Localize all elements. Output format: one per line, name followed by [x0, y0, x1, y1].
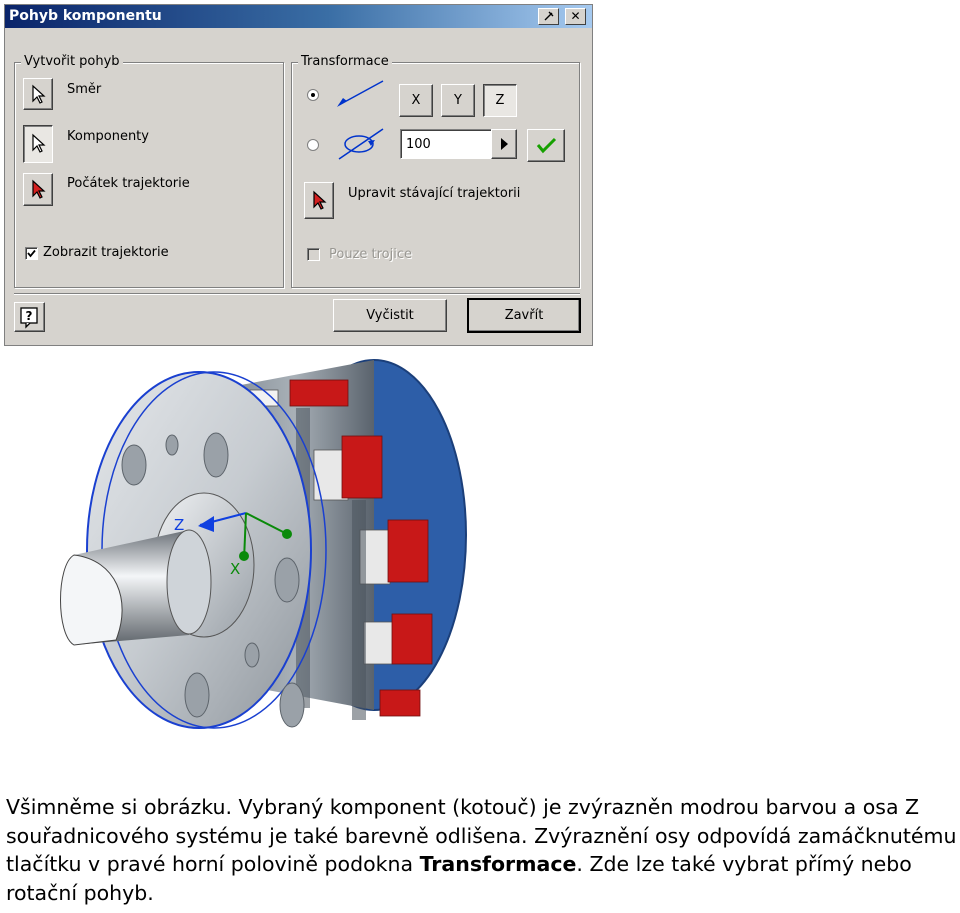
close-icon: ✕ — [570, 9, 581, 23]
direction-label: Směr — [67, 82, 102, 97]
axis-z-button[interactable]: Z — [483, 84, 517, 117]
clutch-assembly-render: Z X — [60, 359, 467, 729]
clear-button-label: Vyčistit — [366, 308, 414, 323]
paragraph-bold-term: Transformace — [419, 852, 577, 876]
axis-x-text: X — [230, 560, 240, 578]
linear-arrow-icon — [337, 80, 384, 107]
close-button[interactable]: ✕ — [565, 8, 586, 25]
edit-trajectory-label: Upravit stávající trajektorii — [348, 186, 521, 201]
help-button[interactable]: ? — [14, 302, 45, 332]
trajectory-origin-button[interactable] — [23, 173, 53, 206]
close-button-label: Zavřít — [504, 308, 544, 323]
pointer-arrow-icon — [32, 133, 46, 153]
help-icon: ? — [20, 307, 38, 329]
pin-button[interactable] — [538, 8, 559, 25]
footer-divider — [14, 293, 580, 295]
linear-motion-radio[interactable] — [307, 89, 319, 101]
checkmark-icon — [27, 249, 36, 258]
rotation-arrow-icon — [338, 128, 384, 160]
axis-y-label: Y — [454, 93, 462, 108]
direction-button[interactable] — [23, 78, 53, 110]
triples-only-label: Pouze trojice — [329, 247, 413, 262]
edit-trajectory-button[interactable] — [304, 182, 334, 219]
components-label: Komponenty — [67, 129, 149, 144]
pointer-arrow-red-icon — [313, 190, 327, 210]
pointer-arrow-red-icon — [32, 179, 46, 199]
distance-input[interactable] — [400, 129, 493, 159]
model-viewport[interactable]: Z X — [4, 350, 593, 760]
axis-y-button[interactable]: Y — [441, 84, 475, 117]
green-check-icon — [536, 137, 557, 154]
axis-z-label: Z — [495, 93, 505, 108]
triples-only-checkbox[interactable] — [307, 248, 320, 261]
create-motion-group-label: Vytvořit pohyb — [21, 54, 123, 69]
value-menu-button[interactable] — [491, 129, 517, 159]
motion-dialog: Pohyb komponentu ✕ Vytvořit pohyb Směr K… — [4, 4, 593, 346]
rotation-motion-radio[interactable] — [307, 139, 319, 151]
pointer-arrow-icon — [32, 84, 46, 104]
pin-icon — [544, 11, 553, 21]
description-paragraph: Všimněme si obrázku. Vybraný komponent (… — [6, 793, 958, 907]
axis-x-label: X — [411, 93, 421, 108]
transform-group-label: Transformace — [298, 54, 392, 69]
close-dialog-button[interactable]: Zavřít — [467, 298, 581, 333]
axis-z-text: Z — [174, 516, 184, 534]
help-glyph: ? — [26, 309, 33, 323]
apply-button[interactable] — [527, 129, 565, 162]
window-title: Pohyb komponentu — [9, 8, 162, 24]
title-bar[interactable]: Pohyb komponentu ✕ — [5, 5, 592, 28]
trajectory-origin-label: Počátek trajektorie — [67, 176, 190, 191]
show-trajectory-checkbox[interactable] — [25, 247, 38, 260]
show-trajectory-label: Zobrazit trajektorie — [43, 245, 169, 260]
clear-button[interactable]: Vyčistit — [333, 299, 447, 332]
components-button[interactable] — [23, 125, 53, 163]
triangle-right-icon — [501, 138, 508, 150]
axis-x-button[interactable]: X — [399, 84, 433, 117]
